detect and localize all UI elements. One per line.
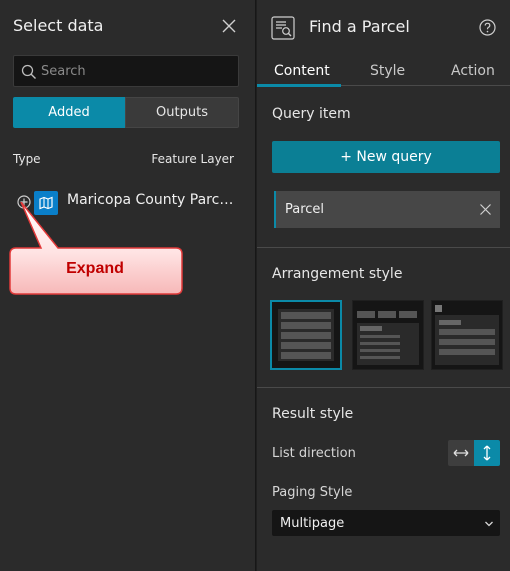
select-data-panel: Select data Search Added Outputs Type Fe… bbox=[0, 0, 256, 571]
tab-added[interactable]: Added bbox=[13, 97, 125, 128]
arrangement-option-popper[interactable] bbox=[431, 300, 503, 370]
widget-settings-panel: Find a Parcel Content Style Action Query… bbox=[257, 0, 510, 571]
arrangement-option-list[interactable] bbox=[270, 300, 342, 370]
plus-icon: + bbox=[340, 149, 352, 165]
arrangement-option-tabs[interactable] bbox=[352, 300, 424, 370]
chevron-down-icon bbox=[485, 521, 493, 527]
result-style-heading: Result style bbox=[272, 406, 354, 422]
tab-content[interactable]: Content bbox=[274, 63, 330, 79]
vertical-direction-button[interactable] bbox=[474, 440, 500, 466]
section-divider bbox=[257, 247, 510, 248]
help-icon[interactable] bbox=[479, 19, 496, 36]
callout-bubble bbox=[9, 202, 183, 295]
callout-text: Expand bbox=[66, 260, 124, 277]
remove-icon[interactable] bbox=[479, 203, 492, 216]
type-column-header: Type bbox=[13, 152, 41, 166]
search-icon bbox=[21, 64, 36, 79]
widget-title: Find a Parcel bbox=[309, 17, 410, 36]
tab-action[interactable]: Action bbox=[451, 63, 495, 79]
horizontal-arrow-icon bbox=[453, 449, 469, 457]
close-icon[interactable] bbox=[221, 18, 237, 34]
section-divider bbox=[257, 387, 510, 388]
active-tab-indicator bbox=[257, 84, 341, 87]
feature-layer-column-header[interactable]: Feature Layer bbox=[151, 152, 234, 166]
paging-style-label: Paging Style bbox=[272, 485, 353, 500]
vertical-arrow-icon bbox=[483, 445, 491, 461]
horizontal-direction-button[interactable] bbox=[448, 440, 474, 466]
search-input[interactable]: Search bbox=[13, 55, 239, 87]
query-widget-icon bbox=[271, 16, 295, 40]
list-direction-label: List direction bbox=[272, 446, 356, 461]
paging-style-select[interactable]: Multipage bbox=[272, 510, 500, 536]
search-placeholder: Search bbox=[41, 64, 86, 79]
tab-outputs[interactable]: Outputs bbox=[125, 97, 239, 128]
paging-style-value: Multipage bbox=[280, 516, 345, 531]
query-item-label: Parcel bbox=[285, 202, 325, 217]
tab-style[interactable]: Style bbox=[370, 63, 405, 79]
query-item-parcel[interactable]: Parcel bbox=[274, 191, 500, 228]
query-item-heading: Query item bbox=[272, 106, 351, 122]
arrangement-style-heading: Arrangement style bbox=[272, 266, 403, 282]
new-query-label: New query bbox=[356, 149, 432, 165]
select-data-title: Select data bbox=[13, 16, 104, 35]
new-query-button[interactable]: + New query bbox=[272, 141, 500, 173]
